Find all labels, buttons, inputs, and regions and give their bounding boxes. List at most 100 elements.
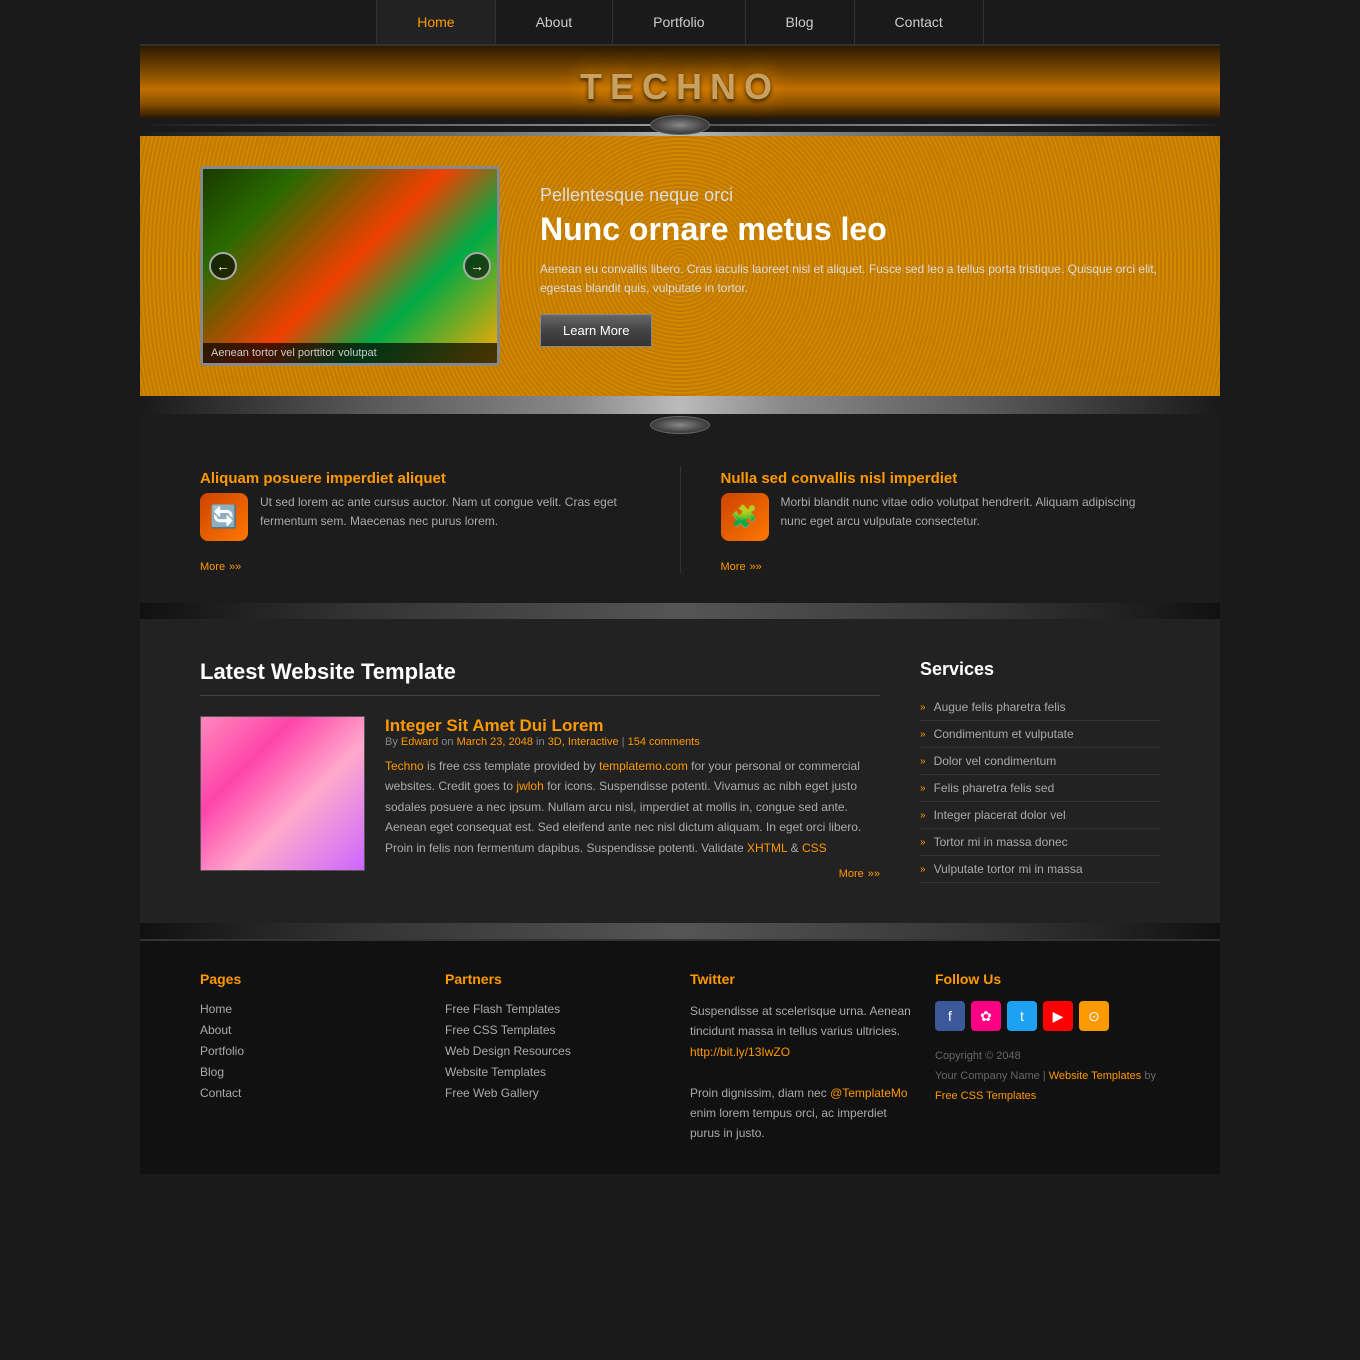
- post-css-link[interactable]: CSS: [802, 841, 827, 855]
- footer-partner-link-3[interactable]: Website Templates: [445, 1065, 546, 1079]
- post-more-link[interactable]: More »»: [385, 868, 880, 880]
- divider-2-ornament: [140, 414, 1220, 436]
- sidebar-item-2: »Dolor vel condimentum: [920, 748, 1160, 775]
- features-section: Aliquam posuere imperdiet aliquet 🔄 Ut s…: [140, 436, 1220, 603]
- footer-link-home[interactable]: Home: [200, 1002, 232, 1016]
- post-comments[interactable]: 154 comments: [628, 736, 700, 748]
- twitter-icon[interactable]: t: [1007, 1001, 1037, 1031]
- footer-twitter-link1[interactable]: http://bit.ly/13IwZO: [690, 1045, 790, 1059]
- nav-about[interactable]: About: [496, 0, 614, 44]
- hero-section: Aenean tortor vel porttitor volutpat ← →…: [140, 136, 1220, 396]
- post-more-icon: »»: [868, 868, 880, 880]
- sidebar-item-1: »Condimentum et vulputate: [920, 721, 1160, 748]
- footer-partner-2: Web Design Resources: [445, 1043, 670, 1058]
- footer-free-css-link[interactable]: Free CSS Templates: [935, 1090, 1036, 1102]
- sidebar-link-4[interactable]: Integer placerat dolor vel: [934, 808, 1066, 822]
- feature-2-more-icon: »»: [750, 561, 762, 573]
- post-date[interactable]: March 23, 2048: [457, 736, 533, 748]
- flickr-icon[interactable]: ✿: [971, 1001, 1001, 1031]
- footer-website-templates-link[interactable]: Website Templates: [1049, 1070, 1142, 1082]
- sidebar-arrow-0: »: [920, 702, 926, 713]
- post-content: Integer Sit Amet Dui Lorem By Edward on …: [385, 716, 880, 880]
- footer-twitter: Twitter Suspendisse at scelerisque urna.…: [690, 971, 915, 1144]
- footer-pages-home: Home: [200, 1001, 425, 1016]
- feature-1-title: Aliquam posuere imperdiet aliquet: [200, 470, 640, 487]
- hero-title: Nunc ornare metus leo: [540, 210, 1160, 248]
- sidebar-link-5[interactable]: Tortor mi in massa donec: [934, 835, 1068, 849]
- footer-partner-4: Free Web Gallery: [445, 1085, 670, 1100]
- footer-partners: Partners Free Flash Templates Free CSS T…: [445, 971, 670, 1144]
- youtube-icon[interactable]: ▶: [1043, 1001, 1073, 1031]
- footer-partner-link-0[interactable]: Free Flash Templates: [445, 1002, 560, 1016]
- sidebar-list: »Augue felis pharetra felis »Condimentum…: [920, 694, 1160, 883]
- footer: Pages Home About Portfolio Blog Contact …: [140, 939, 1220, 1174]
- post-jwloh-link[interactable]: jwloh: [516, 779, 543, 793]
- hero-slider-image: [203, 169, 497, 363]
- feature-2-more[interactable]: More »»: [721, 561, 1161, 573]
- post-xhtml-link[interactable]: XHTML: [747, 841, 787, 855]
- blog-post: Integer Sit Amet Dui Lorem By Edward on …: [200, 716, 880, 880]
- feature-2-header: 🧩 Morbi blandit nunc vitae odio volutpat…: [721, 493, 1161, 541]
- nav-portfolio[interactable]: Portfolio: [613, 0, 745, 44]
- post-author[interactable]: Edward: [401, 736, 438, 748]
- feature-2: Nulla sed convallis nisl imperdiet 🧩 Mor…: [721, 466, 1161, 573]
- nav-contact[interactable]: Contact: [855, 0, 984, 44]
- footer-partner-link-4[interactable]: Free Web Gallery: [445, 1086, 539, 1100]
- post-title[interactable]: Integer Sit Amet Dui Lorem: [385, 716, 604, 735]
- hero-slider-prev-button[interactable]: ←: [209, 252, 237, 280]
- rss-icon[interactable]: ⊙: [1079, 1001, 1109, 1031]
- section-separator: [140, 603, 1220, 619]
- sidebar-item-4: »Integer placerat dolor vel: [920, 802, 1160, 829]
- footer-link-portfolio[interactable]: Portfolio: [200, 1044, 244, 1058]
- post-categories[interactable]: 3D, Interactive: [548, 736, 619, 748]
- feature-2-icon: 🧩: [721, 493, 769, 541]
- footer-link-contact[interactable]: Contact: [200, 1086, 241, 1100]
- footer-separator: [140, 923, 1220, 939]
- footer-twitter-content: Suspendisse at scelerisque urna. Aenean …: [690, 1001, 915, 1144]
- sidebar-link-2[interactable]: Dolor vel condimentum: [934, 754, 1057, 768]
- footer-partner-link-2[interactable]: Web Design Resources: [445, 1044, 571, 1058]
- footer-partners-title: Partners: [445, 971, 670, 987]
- hero-content: Pellentesque neque orci Nunc ornare metu…: [540, 185, 1160, 348]
- post-techno-link[interactable]: Techno: [385, 759, 424, 773]
- feature-1-icon: 🔄: [200, 493, 248, 541]
- footer-pages-portfolio: Portfolio: [200, 1043, 425, 1058]
- nav-home[interactable]: Home: [376, 0, 495, 44]
- main-section: Latest Website Template Integer Sit Amet…: [140, 619, 1220, 923]
- sidebar-item-3: »Felis pharetra felis sed: [920, 775, 1160, 802]
- header-banner: TECHNO: [140, 46, 1220, 118]
- sidebar-arrow-6: »: [920, 864, 926, 875]
- sidebar-item-0: » Augue felis pharetra felis: [920, 694, 1160, 721]
- feature-1-header: 🔄 Ut sed lorem ac ante cursus auctor. Na…: [200, 493, 640, 541]
- footer-twitter-title: Twitter: [690, 971, 915, 987]
- footer-twitter-link2[interactable]: @TemplateMo: [830, 1086, 908, 1100]
- post-meta: By Edward on March 23, 2048 in 3D, Inter…: [385, 736, 880, 748]
- facebook-icon[interactable]: f: [935, 1001, 965, 1031]
- footer-pages-contact: Contact: [200, 1085, 425, 1100]
- sidebar-link-0[interactable]: Augue felis pharetra felis: [934, 700, 1066, 714]
- divider-center-2: [650, 416, 710, 434]
- footer-link-blog[interactable]: Blog: [200, 1065, 224, 1079]
- nav-blog[interactable]: Blog: [746, 0, 855, 44]
- sidebar-link-6[interactable]: Vulputate tortor mi in massa: [934, 862, 1083, 876]
- sidebar-link-1[interactable]: Condimentum et vulputate: [934, 727, 1074, 741]
- feature-1-more[interactable]: More »»: [200, 561, 640, 573]
- feature-1-more-icon: »»: [229, 561, 241, 573]
- sidebar-title: Services: [920, 659, 1160, 680]
- post-text: Techno is free css template provided by …: [385, 756, 880, 858]
- footer-partner-1: Free CSS Templates: [445, 1022, 670, 1037]
- footer-follow-title: Follow Us: [935, 971, 1160, 987]
- hero-slider: Aenean tortor vel porttitor volutpat ← →: [200, 166, 500, 366]
- latest-template-title: Latest Website Template: [200, 659, 880, 685]
- feature-2-title: Nulla sed convallis nisl imperdiet: [721, 470, 1161, 487]
- footer-link-about[interactable]: About: [200, 1023, 231, 1037]
- sidebar-link-3[interactable]: Felis pharetra felis sed: [934, 781, 1055, 795]
- learn-more-button[interactable]: Learn More: [540, 314, 652, 347]
- footer-partner-0: Free Flash Templates: [445, 1001, 670, 1016]
- post-image: [200, 716, 365, 871]
- footer-partners-list: Free Flash Templates Free CSS Templates …: [445, 1001, 670, 1100]
- post-templatemo-link[interactable]: templatemo.com: [599, 759, 688, 773]
- hero-slider-next-button[interactable]: →: [463, 252, 491, 280]
- footer-follow: Follow Us f ✿ t ▶ ⊙ Copyright © 2048 You…: [935, 971, 1160, 1144]
- footer-partner-link-1[interactable]: Free CSS Templates: [445, 1023, 556, 1037]
